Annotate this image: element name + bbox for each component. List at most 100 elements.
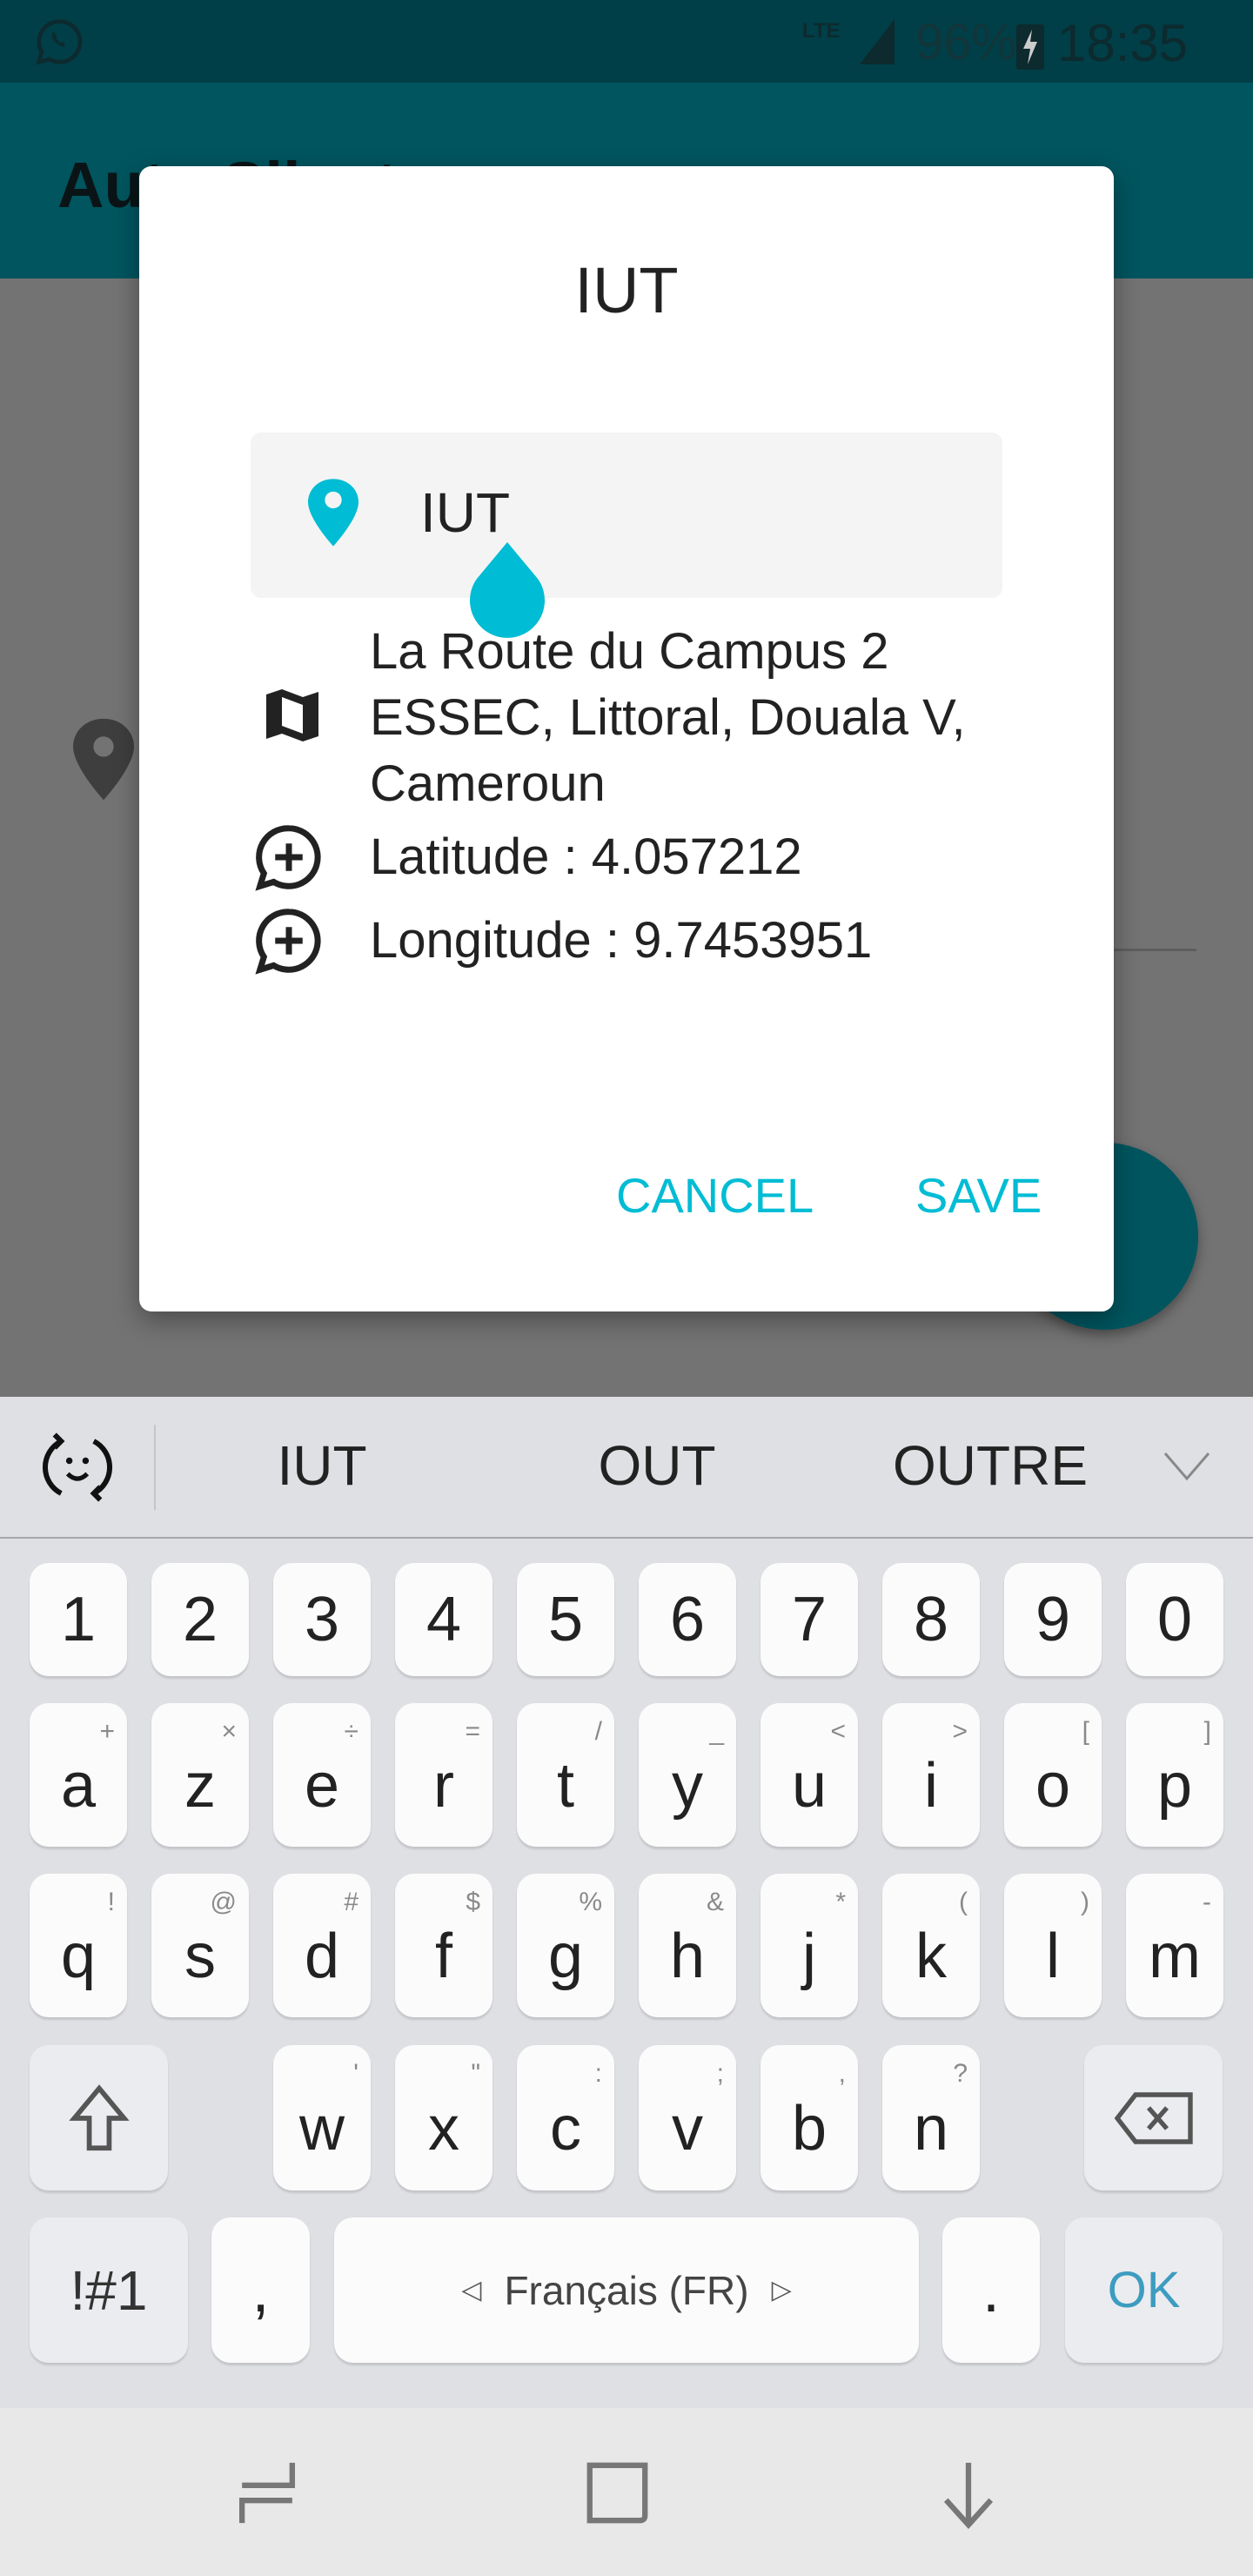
place-name-input[interactable]: IUT xyxy=(251,433,1002,598)
key-u[interactable]: u < xyxy=(761,1703,858,1847)
key-0[interactable]: 0 xyxy=(1126,1563,1223,1676)
key-d[interactable]: d # xyxy=(273,1874,371,2017)
key-s[interactable]: s @ xyxy=(151,1874,249,2017)
status-bar: LTE 96% 18:35 xyxy=(0,0,1253,83)
divider xyxy=(154,1425,156,1510)
emoji-toggle-icon[interactable] xyxy=(38,1428,117,1506)
key-hint: # xyxy=(344,1888,358,1916)
key-label: i xyxy=(924,1750,938,1821)
shift-icon xyxy=(68,2083,130,2150)
recent-apps-icon[interactable] xyxy=(237,2460,298,2526)
key-b[interactable]: b, xyxy=(761,2045,858,2190)
key-label: g xyxy=(547,1921,584,1991)
key-label: 9 xyxy=(1035,1585,1071,1654)
key-r[interactable]: r = xyxy=(395,1703,492,1847)
key-label: m xyxy=(1149,1921,1201,1991)
period-key[interactable]: . xyxy=(942,2217,1040,2363)
key-1[interactable]: 1 xyxy=(30,1563,127,1676)
key-o[interactable]: o[ xyxy=(1004,1703,1102,1847)
map-icon xyxy=(266,689,318,741)
key-label: 7 xyxy=(791,1585,828,1654)
network-type: LTE xyxy=(802,19,841,43)
key-hint: ! xyxy=(107,1888,115,1916)
key-label: p xyxy=(1156,1750,1193,1821)
key-hint: - xyxy=(1203,1888,1211,1916)
key-label: x xyxy=(428,2093,459,2163)
key-hint: : xyxy=(594,2059,602,2088)
key-label: d xyxy=(304,1921,340,1991)
key-hint: + xyxy=(99,1717,115,1746)
suggestion-bar: IUT OUT OUTRE xyxy=(0,1397,1253,1539)
key-n[interactable]: n? xyxy=(882,2045,980,2190)
key-7[interactable]: 7 xyxy=(761,1563,858,1676)
chevron-down-icon[interactable] xyxy=(1163,1451,1211,1482)
cancel-button[interactable]: CANCEL xyxy=(616,1167,814,1224)
key-l[interactable]: l) xyxy=(1004,1874,1102,2017)
shift-key[interactable] xyxy=(30,2045,168,2190)
key-f[interactable]: f $ xyxy=(395,1874,492,2017)
key-hint: " xyxy=(471,2059,480,2088)
key-hint: * xyxy=(835,1888,846,1916)
key-9[interactable]: 9 xyxy=(1004,1563,1102,1676)
key-label: 1 xyxy=(60,1585,97,1654)
key-hint: @ xyxy=(210,1888,237,1916)
key-label: 3 xyxy=(304,1585,340,1654)
chat-plus-icon xyxy=(255,909,321,975)
key-3[interactable]: 3 xyxy=(273,1563,371,1676)
key-i[interactable]: i > xyxy=(882,1703,980,1847)
key-z[interactable]: z × xyxy=(151,1703,249,1847)
location-pin-icon xyxy=(308,479,358,547)
key-5[interactable]: 5 xyxy=(517,1563,614,1676)
key-hint: × xyxy=(221,1717,237,1746)
key-label: a xyxy=(60,1750,97,1821)
space-key[interactable]: ◁ Français (FR) ▷ xyxy=(334,2217,919,2363)
key-label: f xyxy=(434,1921,452,1991)
home-icon[interactable] xyxy=(585,2460,650,2526)
key-hint: , xyxy=(838,2059,846,2088)
ok-key[interactable]: OK xyxy=(1065,2217,1223,2363)
backspace-key[interactable] xyxy=(1084,2045,1223,2190)
key-4[interactable]: 4 xyxy=(395,1563,492,1676)
key-j[interactable]: j * xyxy=(761,1874,858,2017)
key-label: b xyxy=(791,2093,828,2163)
suggestion-2[interactable]: OUT xyxy=(526,1433,787,1498)
key-label: h xyxy=(669,1921,706,1991)
suggestion-1[interactable]: IUT xyxy=(191,1433,452,1498)
key-q[interactable]: q! xyxy=(30,1874,127,2017)
key-w[interactable]: w ' xyxy=(273,2045,371,2190)
key-label: j xyxy=(802,1921,816,1991)
key-c[interactable]: c: xyxy=(517,2045,614,2190)
key-hint: ? xyxy=(953,2059,968,2088)
key-a[interactable]: a + xyxy=(30,1703,127,1847)
language-prev-icon: ◁ xyxy=(461,2276,482,2304)
key-v[interactable]: v; xyxy=(639,2045,736,2190)
comma-key[interactable]: , xyxy=(211,2217,310,2363)
key-label: l xyxy=(1046,1921,1060,1991)
key-hint: ; xyxy=(716,2059,724,2088)
back-icon[interactable] xyxy=(938,2460,999,2530)
key-x[interactable]: x " xyxy=(395,2045,492,2190)
key-k[interactable]: k( xyxy=(882,1874,980,2017)
key-hint: > xyxy=(952,1717,968,1746)
suggestion-3[interactable]: OUTRE xyxy=(860,1433,1121,1498)
key-y[interactable]: y _ xyxy=(639,1703,736,1847)
key-label: u xyxy=(791,1750,828,1821)
symbols-key[interactable]: !#1 xyxy=(30,2217,188,2363)
key-e[interactable]: e ÷ xyxy=(273,1703,371,1847)
navigation-bar xyxy=(0,2408,1253,2576)
key-g[interactable]: g% xyxy=(517,1874,614,2017)
key-hint: ÷ xyxy=(344,1717,358,1746)
key-2[interactable]: 2 xyxy=(151,1563,249,1676)
key-t[interactable]: t / xyxy=(517,1703,614,1847)
keyboard: IUT OUT OUTRE !#1 , ◁ Français (FR) ▷ . … xyxy=(0,1397,1253,2408)
key-m[interactable]: m- xyxy=(1126,1874,1223,2017)
key-8[interactable]: 8 xyxy=(882,1563,980,1676)
save-button[interactable]: SAVE xyxy=(915,1167,1042,1224)
key-h[interactable]: h & xyxy=(639,1874,736,2017)
location-pin-icon xyxy=(73,718,134,801)
key-6[interactable]: 6 xyxy=(639,1563,736,1676)
key-p[interactable]: p] xyxy=(1126,1703,1223,1847)
key-hint: < xyxy=(830,1717,846,1746)
input-value: IUT xyxy=(420,481,511,544)
key-label: e xyxy=(304,1750,340,1821)
